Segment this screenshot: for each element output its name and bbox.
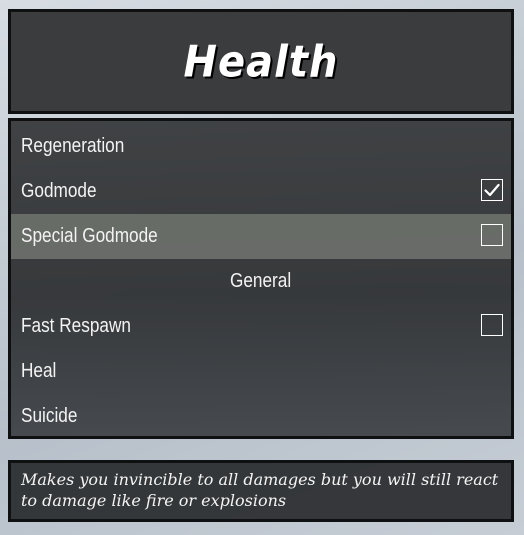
- menu-item-label: Suicide: [21, 405, 78, 427]
- menu-list: Regeneration Godmode Special Godmode Gen…: [8, 118, 514, 439]
- menu-item-regeneration[interactable]: Regeneration: [11, 124, 511, 169]
- menu-item-heal[interactable]: Heal: [11, 349, 511, 394]
- menu-header: Health: [8, 9, 514, 114]
- menu-item-label: Special Godmode: [21, 225, 158, 247]
- menu-item-godmode[interactable]: Godmode: [11, 169, 511, 214]
- menu-item-label: Heal: [21, 360, 57, 382]
- special-godmode-checkbox[interactable]: [481, 224, 503, 246]
- menu-section-general: General: [11, 259, 511, 304]
- fast-respawn-checkbox[interactable]: [481, 314, 503, 336]
- menu-item-fast-respawn[interactable]: Fast Respawn: [11, 304, 511, 349]
- godmode-checkbox[interactable]: [481, 179, 503, 201]
- description-text: Makes you invincible to all damages but …: [21, 470, 499, 510]
- menu-title: Health: [183, 36, 339, 87]
- menu-item-suicide[interactable]: Suicide: [11, 394, 511, 439]
- menu-item-special-godmode[interactable]: Special Godmode: [11, 214, 511, 259]
- menu-item-label: Fast Respawn: [21, 315, 131, 337]
- section-label: General: [230, 270, 292, 292]
- menu-item-label: Regeneration: [21, 135, 125, 157]
- menu-item-label: Godmode: [21, 180, 97, 202]
- description-box: Makes you invincible to all damages but …: [8, 460, 514, 522]
- checkmark-icon: [484, 183, 500, 197]
